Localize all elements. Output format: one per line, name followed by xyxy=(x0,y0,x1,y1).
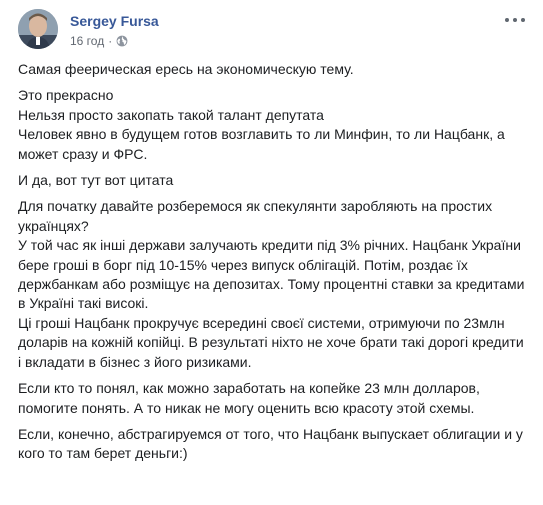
post-line: Человек явно в будущем готов возглавить … xyxy=(18,126,505,162)
post-line: Для початку давайте розберемося як спеку… xyxy=(18,198,493,234)
post-line: Ці гроші Нацбанк прокручує всередині сво… xyxy=(18,314,524,370)
post-timestamp-link[interactable]: 16 год xyxy=(70,34,104,48)
post-line: У той час як інші держави залучають кред… xyxy=(18,237,525,312)
post-paragraph: И да, вот тут вот цитата xyxy=(18,171,529,190)
more-dot xyxy=(513,18,517,22)
more-dot xyxy=(521,18,525,22)
post-line: Если, конечно, абстрагируемся от того, ч… xyxy=(18,425,523,462)
more-dot xyxy=(505,18,509,22)
author-name-link[interactable]: Sergey Fursa xyxy=(70,13,159,29)
post-line: Если кто то понял, как можно заработать … xyxy=(18,380,480,416)
post-line: Самая феерическая ересь на экономическую… xyxy=(18,61,354,77)
post-header: Sergey Fursa 16 год · xyxy=(10,0,535,56)
author-avatar[interactable] xyxy=(18,9,58,49)
post-body: Самая феерическая ересь на экономическую… xyxy=(10,60,535,464)
post-paragraph: Самая феерическая ересь на экономическую… xyxy=(18,60,529,79)
post-paragraph: Если кто то понял, как можно заработать … xyxy=(18,379,529,418)
more-options-icon[interactable] xyxy=(505,12,525,28)
facebook-post: Sergey Fursa 16 год · Самая феерическая … xyxy=(0,0,543,505)
post-line: И да, вот тут вот цитата xyxy=(18,172,174,189)
post-paragraph: Если, конечно, абстрагируемся от того, ч… xyxy=(18,425,529,464)
post-line: Нельзя просто закопать такой талант депу… xyxy=(18,106,324,123)
post-meta: 16 год · xyxy=(70,34,128,48)
post-line: Это прекрасно xyxy=(18,87,114,104)
post-paragraph: Это прекрасно Нельзя просто закопать так… xyxy=(18,86,529,164)
globe-icon xyxy=(116,35,128,47)
post-paragraph: Для початку давайте розберемося як спеку… xyxy=(18,197,529,372)
meta-separator: · xyxy=(108,34,113,48)
